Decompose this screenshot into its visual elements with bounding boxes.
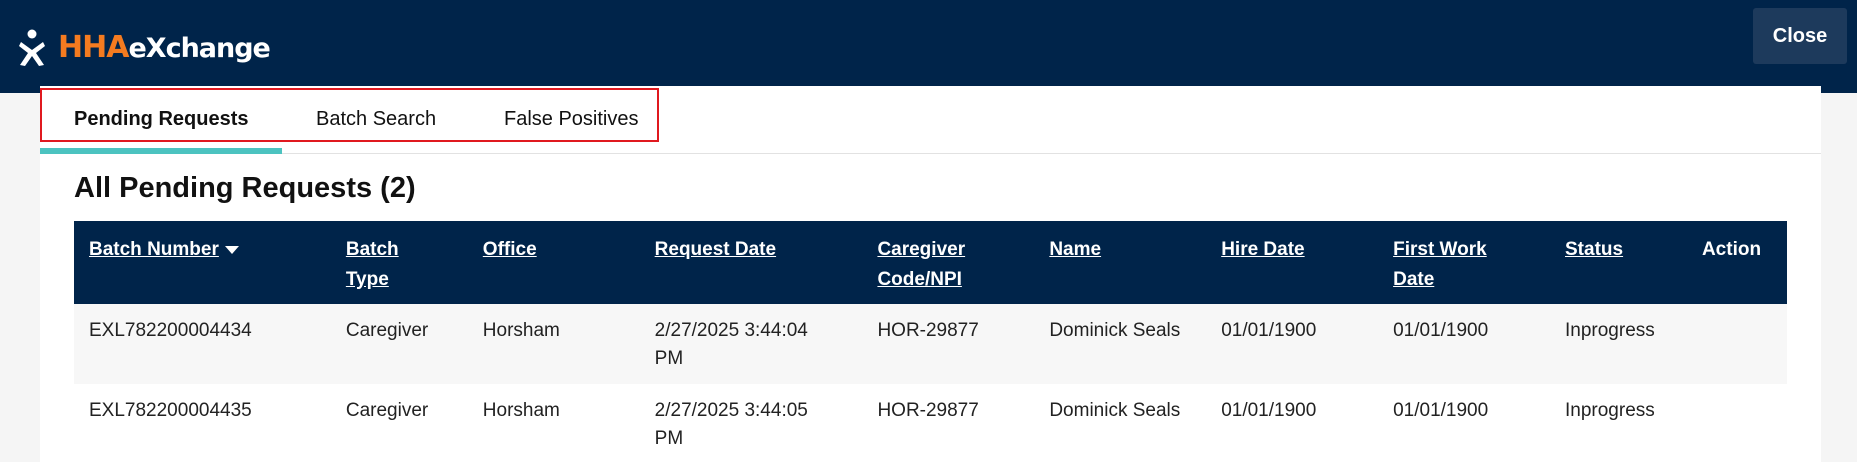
close-button[interactable]: Close [1753, 8, 1847, 64]
batch-type-cell: Caregiver [345, 320, 429, 341]
column-header-label: Date [1393, 269, 1435, 290]
column-header-label: Request Date [654, 239, 777, 260]
name-cell: Dominick Seals [1049, 400, 1181, 421]
column-header-label: Type [345, 269, 389, 290]
caret-down-icon [224, 245, 239, 254]
pending-requests-table: Batch Number Batch Type Office Request Da… [74, 221, 1787, 462]
office-cell: Horsham [482, 320, 560, 341]
name-cell: Dominick Seals [1049, 320, 1181, 341]
tab-bar: Pending Requests Batch Search False Posi… [40, 86, 1821, 154]
column-header-label: Office [482, 239, 537, 260]
column-header-label: Action [1701, 239, 1762, 260]
batch-number-cell: EXL782200004435 [89, 400, 252, 421]
table-header-row: Batch Number Batch Type Office Request Da… [74, 221, 1787, 304]
request-date-text: PM [654, 348, 684, 369]
logo-exchange-text: eXchange [128, 33, 270, 64]
request-date-cell: 2/27/2025 3:44:04 PM [640, 304, 863, 384]
logo-hha-text: HHA [58, 30, 129, 65]
caregiver-code-cell: HOR-29877 [877, 320, 979, 341]
action-cell [1687, 384, 1787, 462]
column-header-label: First Work [1393, 239, 1487, 260]
top-bar: HHAeXchange Close [0, 0, 1857, 93]
column-header-batch-type[interactable]: Batch Type [331, 221, 468, 304]
column-header-status[interactable]: Status [1550, 221, 1687, 304]
main-panel: Pending Requests Batch Search False Posi… [40, 86, 1821, 462]
column-header-first-work-date[interactable]: First Work Date [1378, 221, 1550, 304]
column-header-office[interactable]: Office [468, 221, 640, 304]
request-date-text: 2/27/2025 3:44:04 [654, 320, 808, 341]
status-cell: Inprogress [1565, 400, 1655, 421]
request-date-text: 2/27/2025 3:44:05 [654, 400, 808, 421]
office-cell: Horsham [482, 400, 560, 421]
first-work-date-cell: 01/01/1900 [1393, 320, 1489, 341]
first-work-date-cell: 01/01/1900 [1393, 400, 1489, 421]
action-cell [1687, 304, 1787, 384]
column-header-name[interactable]: Name [1034, 221, 1206, 304]
batch-type-cell: Caregiver [345, 400, 429, 421]
column-header-label: Name [1049, 239, 1102, 260]
person-figure-icon [19, 29, 45, 66]
column-header-request-date[interactable]: Request Date [640, 221, 863, 304]
tab-pending-requests[interactable]: Pending Requests [74, 108, 248, 131]
page-title: All Pending Requests (2) [74, 172, 416, 204]
column-header-label: Status [1565, 239, 1624, 260]
table-row: EXL782200004434 Caregiver Horsham 2/27/2… [74, 304, 1787, 384]
hire-date-cell: 01/01/1900 [1221, 400, 1317, 421]
request-date-cell: 2/27/2025 3:44:05 PM [640, 384, 863, 462]
hire-date-cell: 01/01/1900 [1221, 320, 1317, 341]
caregiver-code-cell: HOR-29877 [877, 400, 979, 421]
column-header-batch-number[interactable]: Batch Number [74, 221, 331, 304]
column-header-action: Action [1687, 221, 1787, 304]
column-header-label: Batch [345, 239, 399, 260]
active-tab-indicator [40, 148, 282, 154]
column-header-label: Hire Date [1221, 239, 1305, 260]
request-date-text: PM [654, 428, 684, 449]
hhaexchange-logo: HHAeXchange [18, 28, 271, 68]
table-row: EXL782200004435 Caregiver Horsham 2/27/2… [74, 384, 1787, 462]
status-cell: Inprogress [1565, 320, 1655, 341]
column-header-hire-date[interactable]: Hire Date [1206, 221, 1378, 304]
column-header-label: Caregiver [877, 239, 966, 260]
tab-batch-search[interactable]: Batch Search [316, 108, 436, 131]
tab-false-positives[interactable]: False Positives [504, 108, 639, 131]
column-header-label: Code/NPI [877, 269, 962, 290]
column-header-label: Batch Number [89, 239, 219, 260]
logo-wordmark: HHAeXchange [58, 30, 271, 65]
column-header-caregiver-code[interactable]: Caregiver Code/NPI [862, 221, 1034, 304]
batch-number-cell: EXL782200004434 [89, 320, 252, 341]
